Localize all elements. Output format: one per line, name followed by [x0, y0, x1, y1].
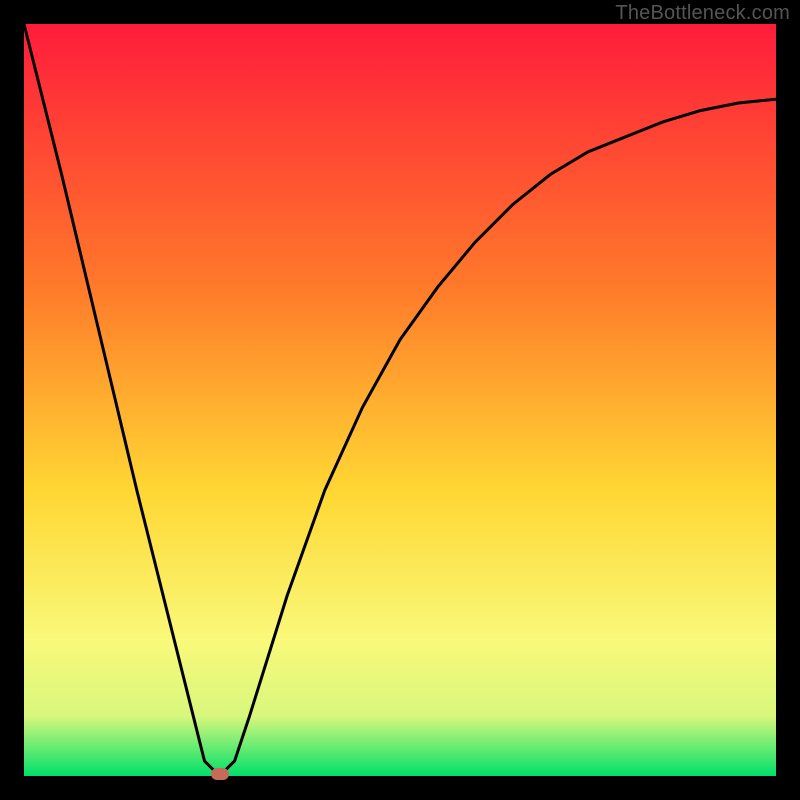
chart-frame: TheBottleneck.com	[0, 0, 800, 800]
optimal-point-marker	[211, 768, 229, 780]
watermark-text: TheBottleneck.com	[615, 2, 790, 25]
chart-background	[24, 24, 776, 776]
bottleneck-chart	[24, 24, 776, 776]
